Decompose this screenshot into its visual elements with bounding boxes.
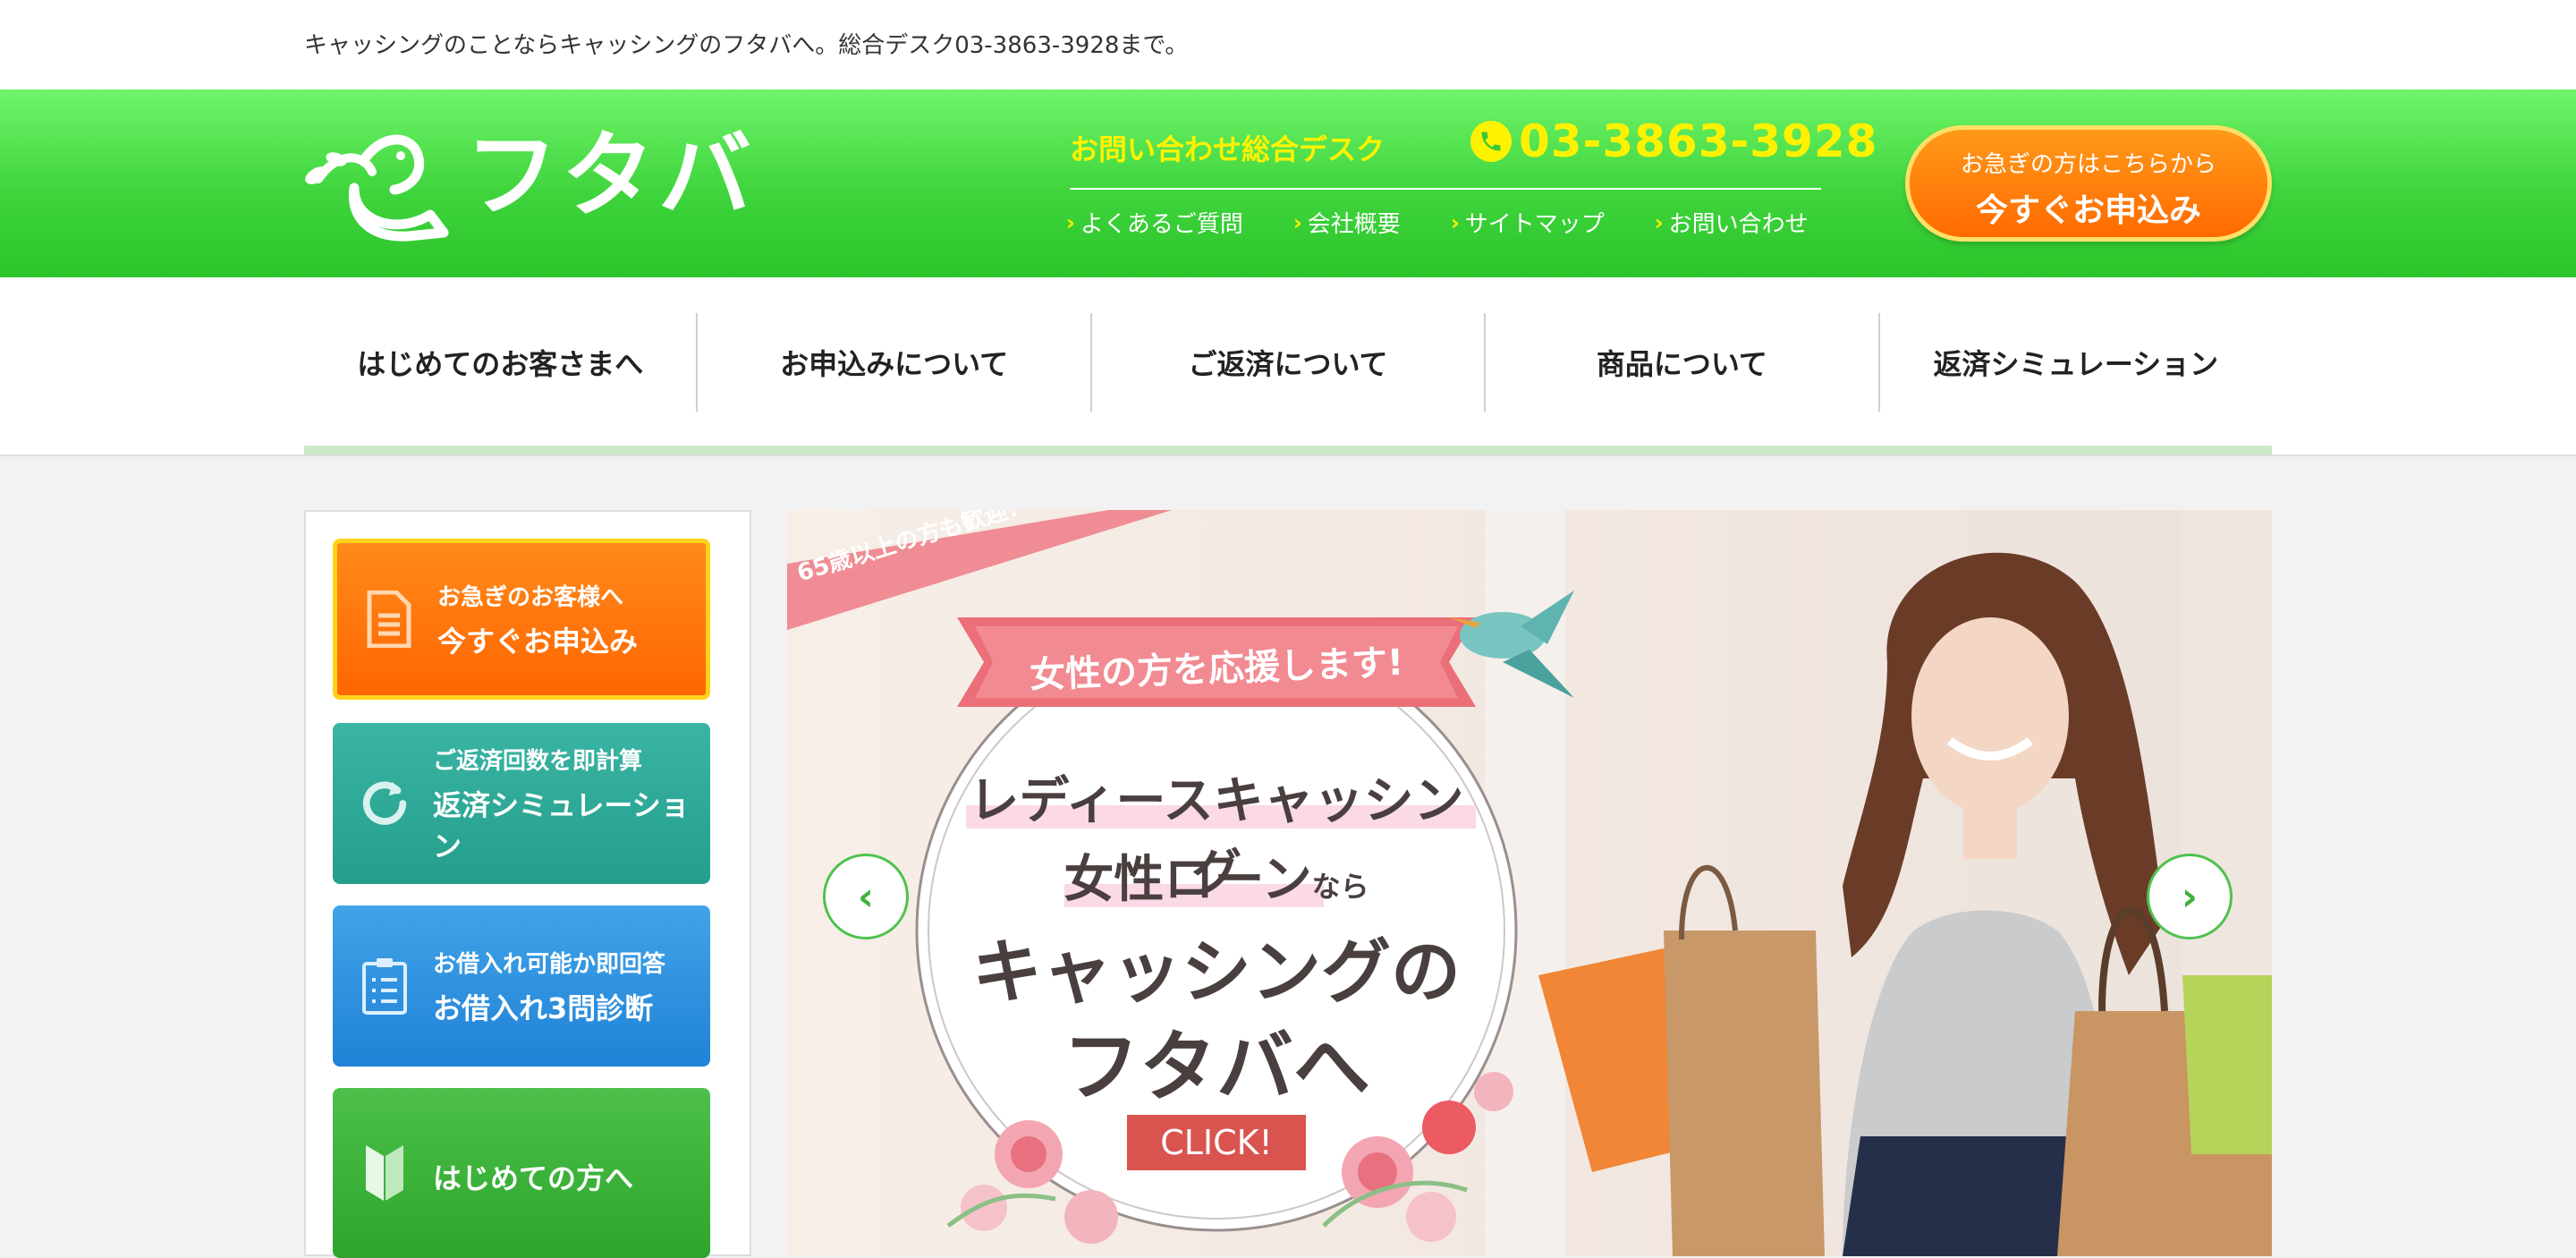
chevron-right-icon: › bbox=[1450, 209, 1460, 235]
phone-icon bbox=[1470, 121, 1512, 162]
header-divider bbox=[1070, 188, 1821, 190]
nav-item-first-time[interactable]: はじめてのお客さまへ bbox=[304, 313, 696, 412]
slider-next-button[interactable]: › bbox=[2147, 854, 2233, 939]
sidebar: お急ぎのお客様へ 今すぐお申込み ご返済回数を即計算 返済シミュレーション お借… bbox=[304, 510, 751, 1258]
tagline: キャッシングのことならキャッシングのフタバへ。総合デスク03-3863-3928… bbox=[304, 32, 1189, 59]
apply-now-label: 今すぐお申込み bbox=[1975, 192, 2201, 229]
sidebar-diagnosis-button[interactable]: お借入れ可能か即回答 お借入れ3問診断 bbox=[333, 905, 710, 1067]
bird-logo-icon bbox=[305, 134, 449, 242]
top-bar: キャッシングのことならキャッシングのフタバへ。総合デスク03-3863-3928… bbox=[0, 0, 2576, 89]
phone-number: 03-3863-3928 bbox=[1519, 115, 1878, 167]
chevron-right-icon: › bbox=[1292, 209, 1302, 235]
document-icon bbox=[362, 588, 416, 650]
hero-line-2: 女性ローンなら bbox=[1063, 851, 1369, 909]
apply-now-subtext: お急ぎの方はこちらから bbox=[1960, 151, 2216, 178]
logo-wordmark: フタバ bbox=[465, 121, 756, 230]
sidebar-first-time-button[interactable]: はじめての方へ bbox=[333, 1088, 710, 1258]
chevron-right-icon: › bbox=[1654, 209, 1664, 235]
beginner-mark-icon bbox=[358, 1142, 411, 1204]
hero-click-button[interactable]: CLICK! bbox=[1127, 1115, 1306, 1170]
nav-item-repayment[interactable]: ご返済について bbox=[1089, 313, 1484, 412]
desk-label: お問い合わせ総合デスク bbox=[1070, 132, 1385, 166]
nav-item-simulation[interactable]: 返済シミュレーション bbox=[1877, 313, 2272, 412]
nav-item-products[interactable]: 商品について bbox=[1484, 313, 1877, 412]
utility-links: › よくあるご質問 › 会社概要 › サイトマップ › お問い合わせ bbox=[1066, 206, 1809, 239]
nav-item-application[interactable]: お申込みについて bbox=[696, 313, 1089, 412]
chevron-right-icon: › bbox=[1066, 209, 1075, 235]
slider-prev-button[interactable]: ‹ bbox=[823, 854, 909, 939]
chevron-right-icon: › bbox=[2181, 873, 2199, 920]
company-link[interactable]: › 会社概要 bbox=[1293, 206, 1401, 239]
refresh-icon bbox=[358, 772, 411, 835]
main-nav: はじめてのお客さまへ お申込みについて ご返済について 商品について 返済シミュ… bbox=[0, 277, 2576, 456]
clipboard-icon bbox=[358, 955, 411, 1017]
phone-contact[interactable]: 03-3863-3928 bbox=[1470, 115, 1878, 167]
faq-link[interactable]: › よくあるご質問 bbox=[1066, 206, 1243, 239]
contact-link[interactable]: › お問い合わせ bbox=[1655, 206, 1809, 239]
hero-line-3: キャッシングの bbox=[971, 932, 1461, 1013]
chevron-left-icon: ‹ bbox=[857, 873, 875, 920]
hero-slider[interactable]: 65歳以上の方も歓迎！ 女性の方を応援します! レディースキャッシング 女性ロー… bbox=[787, 510, 2272, 1256]
sidebar-simulation-button[interactable]: ご返済回数を即計算 返済シミュレーション bbox=[333, 723, 710, 884]
header: フタバ お問い合わせ総合デスク 03-3863-3928 › よくあるご質問 › 会… bbox=[0, 89, 2576, 277]
apply-now-button[interactable]: お急ぎの方はこちらから 今すぐお申込み bbox=[1905, 125, 2272, 242]
sidebar-apply-button[interactable]: お急ぎのお客様へ 今すぐお申込み bbox=[333, 539, 710, 700]
hero-line-4: フタバへ bbox=[1063, 1023, 1370, 1112]
nav-underline bbox=[304, 446, 2272, 455]
sitemap-link[interactable]: › サイトマップ bbox=[1451, 206, 1605, 239]
